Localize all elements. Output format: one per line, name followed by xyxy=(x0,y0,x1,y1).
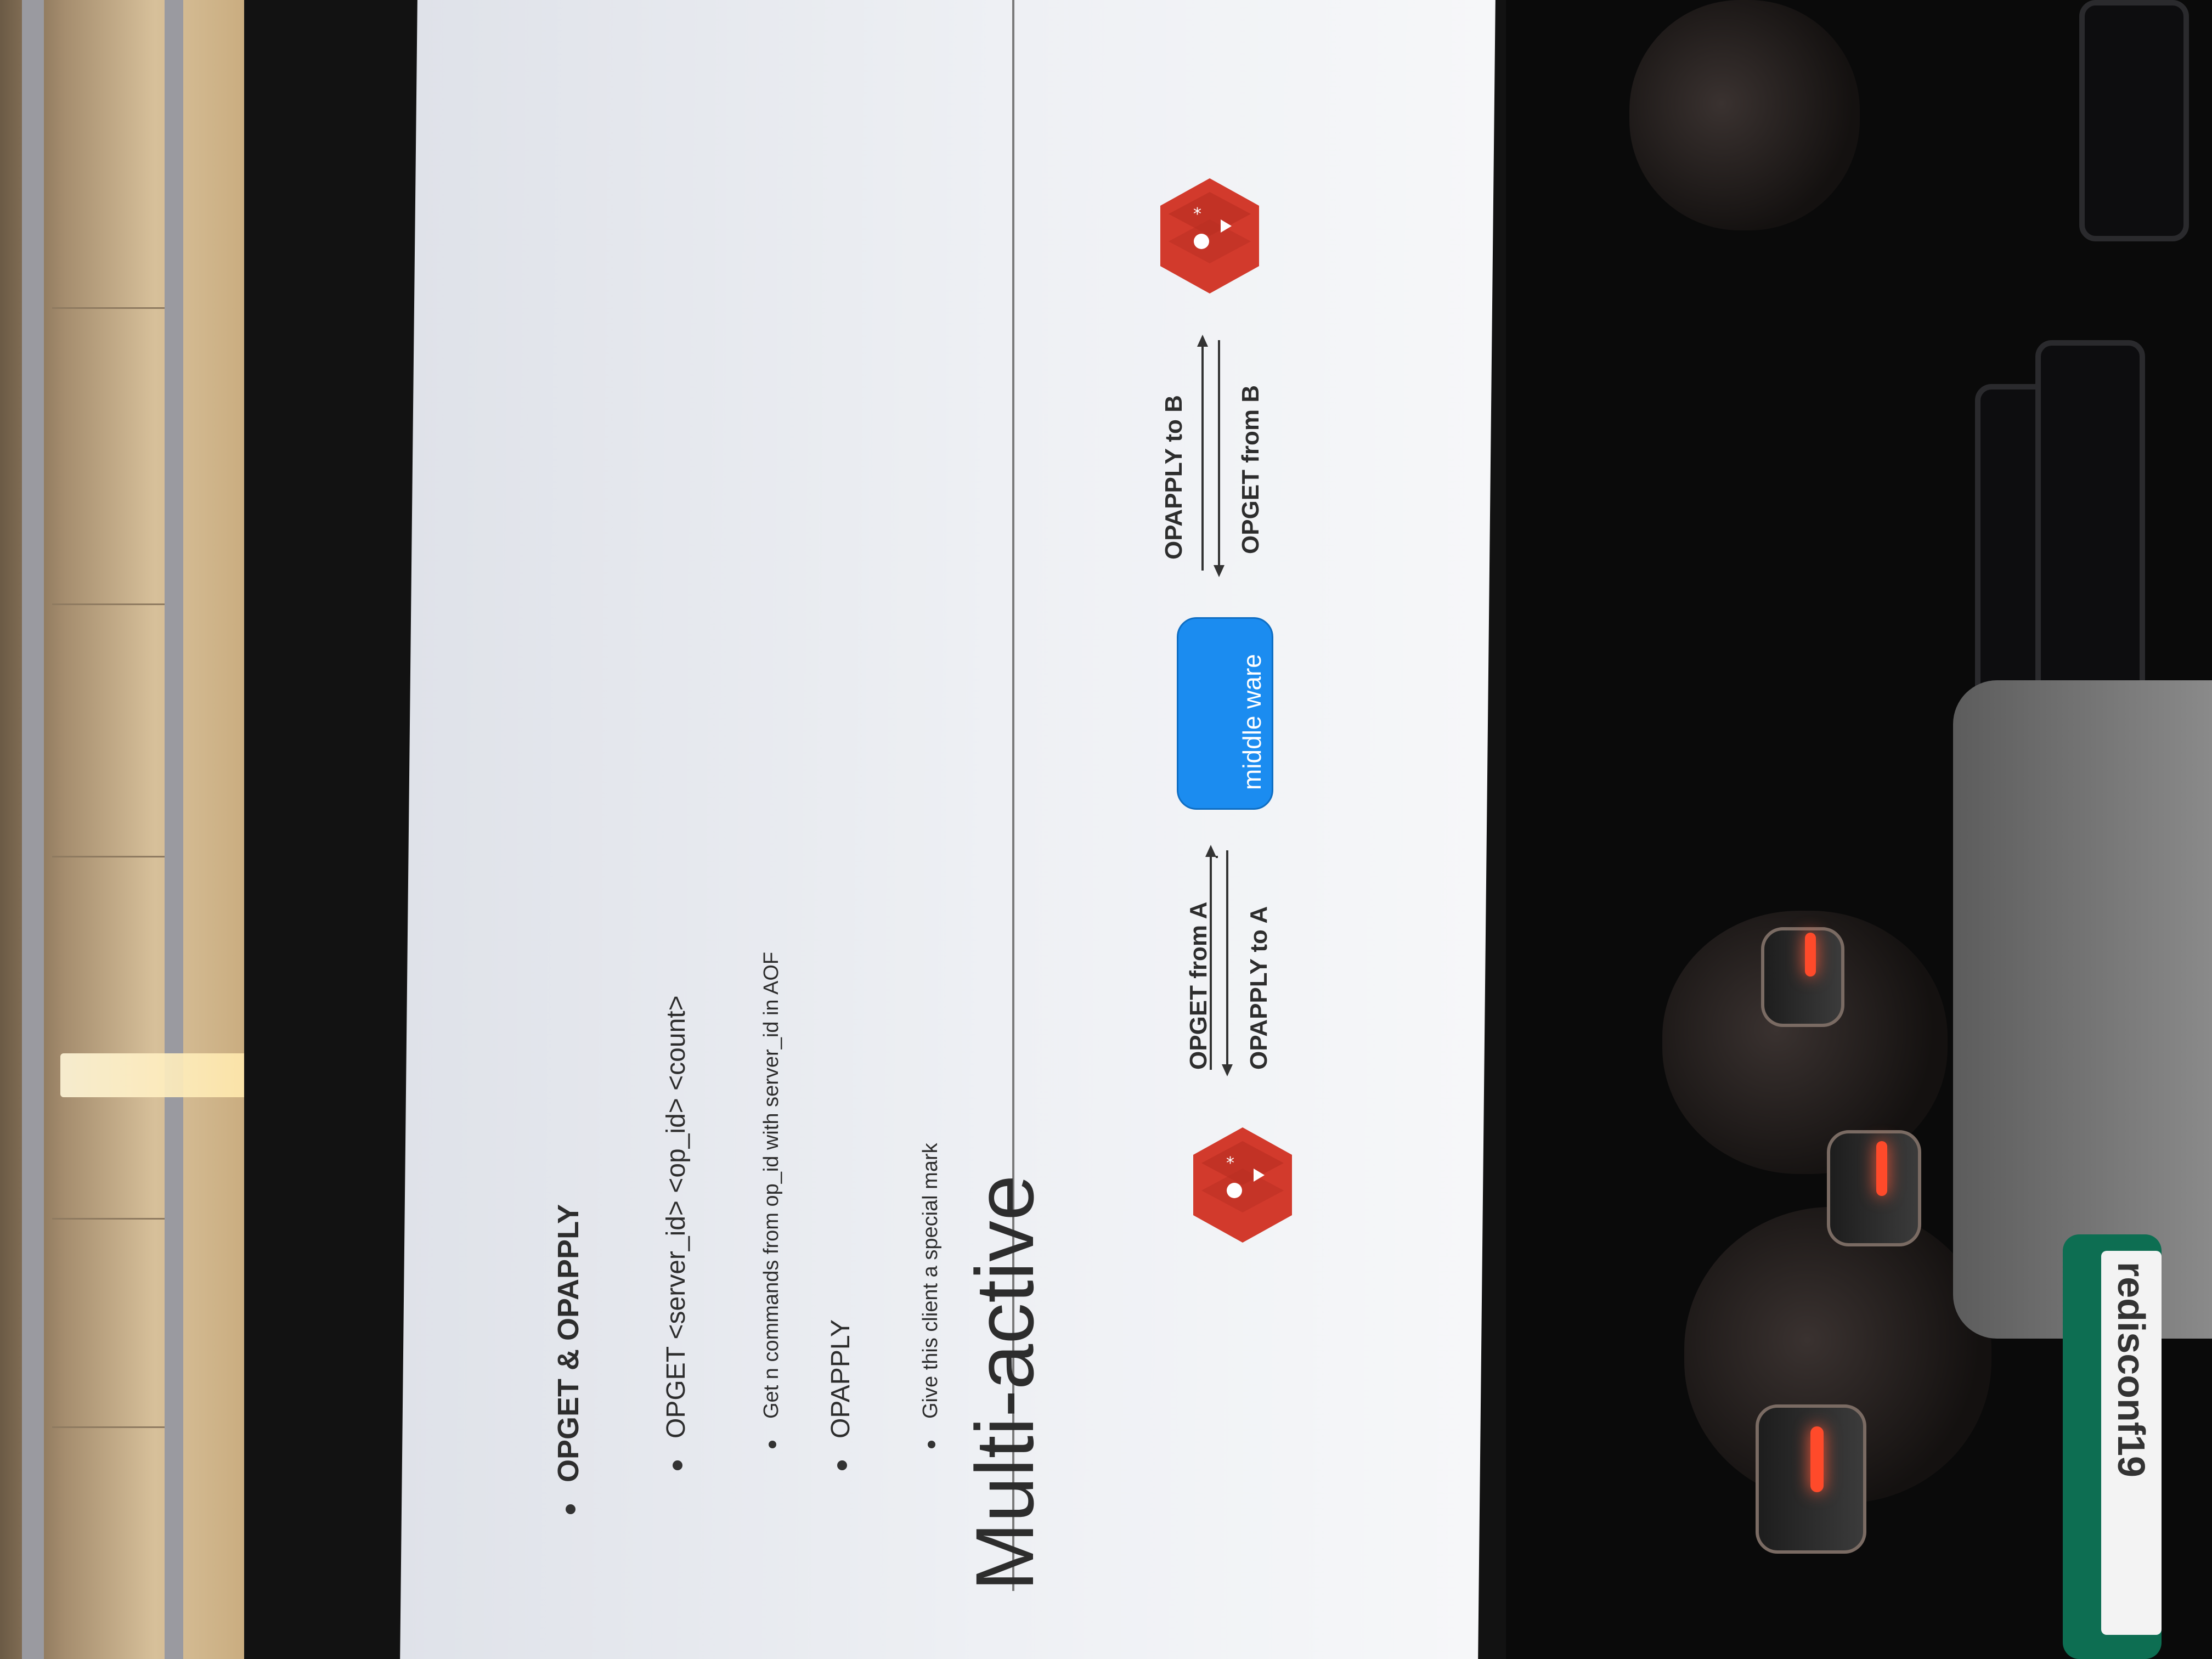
bullet-dot xyxy=(768,1441,776,1448)
slide-title: Multi-active xyxy=(958,1175,1051,1592)
arrow-line-to-node-b xyxy=(1201,340,1204,571)
arrow-line-to-middleware xyxy=(1218,340,1220,571)
headphone xyxy=(1761,927,1844,1027)
redis-icon: * xyxy=(1160,178,1259,294)
headphone-led xyxy=(1810,1426,1824,1492)
label-opget-from-a: OPGET from A xyxy=(1185,901,1212,1070)
svg-text:*: * xyxy=(1193,205,1201,224)
bullet-dot xyxy=(837,1460,848,1470)
wall-panel-seam xyxy=(52,1218,178,1220)
arrow-line-to-middleware xyxy=(1210,850,1212,1070)
arrowhead-up xyxy=(1205,845,1216,857)
auditorium-seat xyxy=(2035,340,2145,702)
arrow-line-to-node-a xyxy=(1226,850,1228,1070)
bullet-opapply-description: Give this client a special mark xyxy=(919,1143,943,1448)
badge-text: redisconf19 xyxy=(2110,1262,2153,1477)
wall-pipe xyxy=(22,0,44,1659)
headphone xyxy=(1827,1130,1921,1246)
audience-head xyxy=(1629,0,1860,230)
bullet-dot xyxy=(927,1441,935,1448)
svg-text:*: * xyxy=(1226,1154,1234,1173)
headphone-led xyxy=(1876,1141,1887,1196)
label-opget-from-b: OPGET from B xyxy=(1237,385,1264,554)
arrowhead-up xyxy=(1197,335,1208,347)
wall-pipe xyxy=(165,0,183,1659)
arrowhead-down xyxy=(1222,1064,1233,1076)
room-wall xyxy=(0,0,263,1659)
bullet-dot xyxy=(565,1504,575,1514)
bullet-opget-opapply: OPGET & OPAPPLY xyxy=(551,1204,585,1514)
arrowhead-down xyxy=(1214,565,1224,577)
bullet-dot xyxy=(673,1460,683,1470)
redis-icon: * xyxy=(1193,1127,1292,1243)
middleware-label: middle ware xyxy=(1238,654,1266,790)
wall-panel-seam xyxy=(52,307,178,309)
wall-panel-seam xyxy=(52,856,178,857)
label-opapply-to-b: OPAPPLY to B xyxy=(1160,395,1187,560)
wall-panel-seam xyxy=(52,603,178,605)
bullet-opget-syntax: OPGET <server_id> <op_id> <count> xyxy=(661,995,691,1470)
label-opapply-to-a: OPAPPLY to A xyxy=(1245,906,1272,1070)
headphone-led xyxy=(1805,933,1816,977)
wall-light xyxy=(60,1053,263,1097)
wall-panel-seam xyxy=(52,1426,178,1428)
auditorium-seat xyxy=(2079,0,2189,241)
bullet-opget-description: Get n commands from op_id with server_id… xyxy=(760,952,783,1448)
bullet-opapply: OPAPPLY xyxy=(826,1319,856,1470)
presentation-slide: Multi-active OPGET & OPAPPLY OPGET <serv… xyxy=(409,0,1487,1659)
